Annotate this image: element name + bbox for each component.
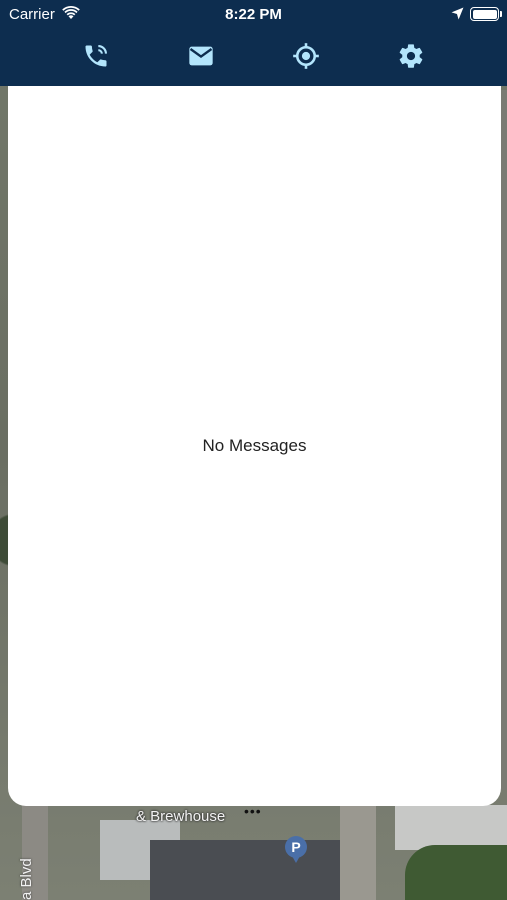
gear-icon xyxy=(399,44,423,68)
tab-location[interactable] xyxy=(289,40,323,72)
map-parking-lot xyxy=(150,840,340,900)
map-street-label: a Blvd xyxy=(18,858,35,900)
battery-nub xyxy=(500,11,502,17)
location-target-icon xyxy=(293,43,319,69)
location-arrow-icon xyxy=(451,7,464,20)
mail-icon xyxy=(189,46,213,66)
messages-panel: No Messages xyxy=(8,86,501,806)
tab-settings[interactable] xyxy=(394,40,428,72)
map-road xyxy=(340,800,376,900)
tab-calls[interactable] xyxy=(79,40,113,72)
map-trees xyxy=(405,845,507,900)
parking-pin-icon[interactable]: P xyxy=(285,836,307,858)
app-header: Carrier 8:22 PM xyxy=(0,0,507,86)
map-poi-label: & Brewhouse xyxy=(136,808,226,825)
phone-call-icon xyxy=(85,45,107,67)
map-building xyxy=(395,805,507,850)
battery-icon xyxy=(470,7,499,21)
tab-messages[interactable] xyxy=(184,40,218,72)
parking-pin-tail xyxy=(292,856,300,863)
clock-time: 8:22 PM xyxy=(225,6,282,23)
tab-toolbar xyxy=(0,32,507,80)
empty-state-text: No Messages xyxy=(202,436,307,455)
status-bar: Carrier 8:22 PM xyxy=(0,0,507,28)
